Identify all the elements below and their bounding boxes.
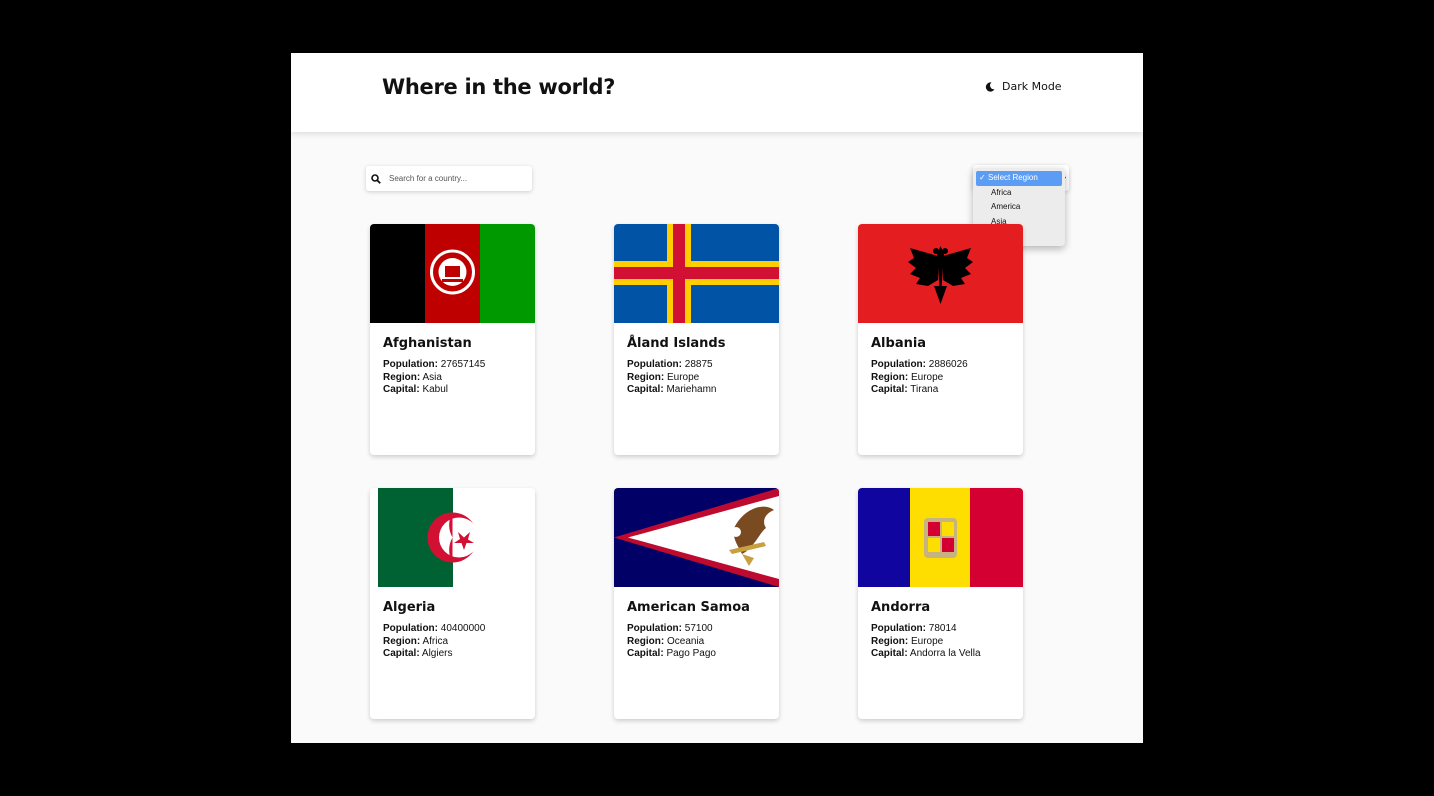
country-card[interactable]: Afghanistan Population: 27657145 Region:… [370,224,535,455]
region-value: Europe [911,635,944,647]
aland-flag [614,224,779,323]
region-label: Region: [871,371,909,383]
country-info: Population: 28875 Region: Europe Capital… [627,359,716,397]
check-icon: ✓ [979,173,986,182]
algeria-flag [370,488,535,587]
population-label: Population: [871,623,926,634]
population-label: Population: [871,359,926,370]
population-label: Population: [627,359,682,370]
population-value: 78014 [928,623,957,634]
population-value: 40400000 [440,623,486,634]
albania-flag [858,224,1023,323]
header: Where in the world? Dark Mode [291,53,1143,132]
region-label: Region: [627,371,665,383]
american-samoa-flag [614,488,779,587]
region-option-africa[interactable]: Africa [976,186,1062,201]
country-name: Albania [871,336,927,351]
search-box[interactable] [366,166,532,191]
country-card[interactable]: Andorra Population: 78014 Region: Europe… [858,488,1023,719]
country-name: Åland Islands [627,336,726,351]
dark-mode-label: Dark Mode [1002,80,1062,93]
option-label: Select Region [988,173,1038,182]
region-label: Region: [627,635,665,647]
app-window: Where in the world? Dark Mode ▾ ✓ Select… [291,53,1143,743]
population-label: Population: [383,359,438,370]
population-value: 57100 [684,623,713,634]
population-value: 27657145 [440,359,486,370]
region-value: Asia [422,371,442,383]
country-name: Algeria [383,600,436,615]
capital-value: Tirana [910,384,939,395]
capital-value: Pago Pago [666,648,716,659]
capital-value: Andorra la Vella [909,648,981,659]
region-label: Region: [871,635,909,647]
country-info: Population: 40400000 Region: Africa Capi… [383,623,485,661]
region-value: Europe [911,371,944,383]
country-info: Population: 78014 Region: Europe Capital… [871,623,981,661]
region-option-select[interactable]: ✓ Select Region [976,171,1062,186]
capital-label: Capital: [383,648,420,659]
region-value: Europe [667,371,700,383]
country-info: Population: 27657145 Region: Asia Capita… [383,359,485,397]
moon-icon [985,81,995,92]
page-title: Where in the world? [382,75,616,99]
search-icon [371,173,381,184]
country-name: Andorra [871,600,931,615]
search-input[interactable] [387,173,521,184]
region-label: Region: [383,635,421,647]
country-card[interactable]: Albania Population: 2886026 Region: Euro… [858,224,1023,455]
country-name: Afghanistan [383,336,472,351]
capital-label: Capital: [383,384,420,395]
region-label: Region: [383,371,421,383]
region-value: Africa [422,635,449,647]
capital-value: Mariehamn [666,384,717,395]
region-value: Oceania [667,635,705,647]
andorra-flag [858,488,1023,587]
capital-label: Capital: [627,648,664,659]
capital-value: Kabul [422,384,449,395]
country-card[interactable]: Åland Islands Population: 28875 Region: … [614,224,779,455]
country-name: American Samoa [627,600,750,615]
country-card[interactable]: Algeria Population: 40400000 Region: Afr… [370,488,535,719]
population-label: Population: [627,623,682,634]
country-info: Population: 57100 Region: Oceania Capita… [627,623,716,661]
region-option-america[interactable]: America [976,200,1062,215]
population-label: Population: [383,623,438,634]
population-value: 28875 [684,359,713,370]
capital-label: Capital: [871,648,908,659]
population-value: 2886026 [928,359,968,370]
country-info: Population: 2886026 Region: Europe Capit… [871,359,968,397]
country-card[interactable]: American Samoa Population: 57100 Region:… [614,488,779,719]
capital-label: Capital: [871,384,908,395]
dark-mode-toggle[interactable]: Dark Mode [985,80,1062,93]
capital-value: Algiers [421,648,453,659]
afghanistan-flag [370,224,535,323]
capital-label: Capital: [627,384,664,395]
